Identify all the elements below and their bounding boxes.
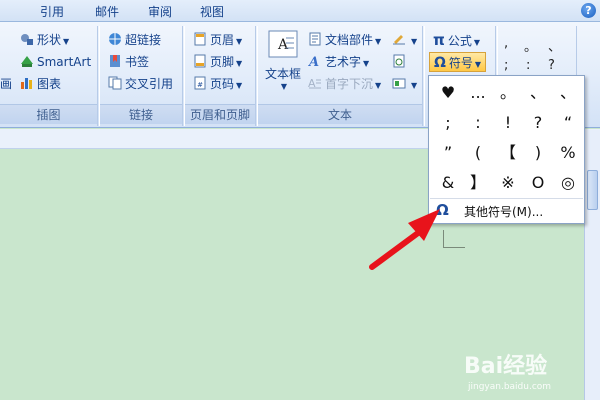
symbol-cell[interactable]: ”: [433, 138, 463, 168]
symbol-cell[interactable]: 、: [553, 78, 583, 108]
symbol-cell[interactable]: 、: [523, 78, 553, 108]
equation-button[interactable]: π 公式 ▼: [433, 30, 480, 50]
footer-button[interactable]: 页脚 ▼: [193, 52, 242, 72]
svg-text:A: A: [308, 55, 319, 68]
pi-icon: π: [433, 31, 445, 49]
red-pointer-arrow-icon: [369, 209, 440, 270]
group-links: 超链接 书签 交叉引用 链接: [99, 26, 183, 126]
globe-link-icon: [109, 33, 121, 45]
page-number-button[interactable]: # 页码 ▼: [193, 74, 242, 94]
symbol-cell[interactable]: ♥: [433, 78, 463, 108]
group-illustrations: 画 形状 ▼ SmartArt 图表 插图: [0, 26, 98, 126]
symbol-cell[interactable]: 】: [463, 168, 493, 198]
shapes-icon: [21, 34, 33, 45]
symbol-button[interactable]: Ω 符号 ▼: [429, 52, 487, 72]
tab-view[interactable]: 视图: [200, 3, 224, 20]
gallery-symbol[interactable]: ?: [548, 58, 555, 73]
symbol-cell[interactable]: !: [493, 108, 523, 138]
quick-parts-button[interactable]: 文档部件 ▼: [308, 30, 381, 50]
symbol-cell[interactable]: 。: [493, 78, 523, 108]
picture-stub[interactable]: 画: [0, 74, 12, 94]
gallery-symbol[interactable]: :: [526, 58, 530, 73]
object-button[interactable]: ▼: [392, 74, 417, 94]
watermark-brand: Bai经验: [464, 354, 548, 379]
symbol-cell[interactable]: “: [553, 108, 583, 138]
baidu-watermark: Bai经验 jingyan.baidu.com: [464, 348, 584, 394]
object-icon: [392, 78, 406, 89]
drop-cap-icon: A: [308, 77, 321, 90]
symbol-cell[interactable]: :: [463, 108, 493, 138]
smartart-icon: [21, 56, 33, 67]
shapes-button[interactable]: 形状 ▼: [20, 30, 69, 50]
cross-reference-button[interactable]: 交叉引用: [108, 74, 173, 94]
svg-text:#: #: [197, 81, 203, 89]
symbol-cell[interactable]: ?: [523, 108, 553, 138]
smartart-button[interactable]: SmartArt: [20, 52, 91, 72]
page-number-icon: #: [194, 76, 206, 90]
bookmark-icon: [110, 55, 120, 67]
group-label-illustrations: 插图: [0, 104, 97, 124]
signature-line-button[interactable]: ▼: [392, 30, 417, 50]
symbol-cell[interactable]: ◎: [553, 168, 583, 198]
tab-home-partial[interactable]: [0, 3, 4, 17]
omega-icon: Ω: [434, 55, 446, 71]
cross-reference-icon: [108, 76, 122, 90]
watermark-url: jingyan.baidu.com: [468, 382, 552, 392]
vertical-scrollbar[interactable]: [584, 130, 600, 400]
help-icon[interactable]: ?: [581, 3, 596, 18]
chart-icon: [21, 78, 32, 89]
group-text: A 文本框 ▼ 文档部件 ▼ A 艺术字 ▼ A 首字下沉 ▼ ▼ ▼ 文本: [257, 26, 423, 126]
symbol-cell[interactable]: ;: [433, 108, 463, 138]
wordart-button[interactable]: A 艺术字 ▼: [308, 52, 369, 72]
symbol-cell[interactable]: 【: [493, 138, 523, 168]
group-label-text: 文本: [258, 104, 422, 124]
date-time-button[interactable]: [392, 52, 409, 72]
bookmark-button[interactable]: 书签: [108, 52, 149, 72]
group-label-links: 链接: [100, 104, 182, 124]
footer-icon: [194, 54, 206, 68]
gallery-symbol[interactable]: 、: [548, 36, 561, 55]
scrollbar-thumb[interactable]: [587, 170, 598, 210]
symbol-cell[interactable]: ...: [463, 78, 493, 108]
tab-review[interactable]: 审阅: [148, 3, 172, 20]
textbox-icon: A: [268, 30, 298, 58]
chart-button[interactable]: 图表: [20, 74, 61, 94]
textbox-button[interactable]: A 文本框 ▼: [264, 30, 302, 100]
hyperlink-button[interactable]: 超链接: [108, 30, 161, 50]
ribbon-tab-bar: 引用 邮件 审阅 视图 ?: [0, 0, 600, 22]
symbol-cell[interactable]: ※: [493, 168, 523, 198]
gallery-symbol[interactable]: 。: [524, 36, 537, 55]
signature-line-icon: [393, 35, 405, 45]
symbol-cell[interactable]: %: [553, 138, 583, 168]
date-time-icon: [393, 54, 405, 68]
drop-cap-button[interactable]: A 首字下沉 ▼: [308, 74, 381, 94]
symbol-cell[interactable]: (: [463, 138, 493, 168]
tab-references[interactable]: 引用: [40, 3, 64, 20]
header-button[interactable]: 页眉 ▼: [193, 30, 242, 50]
tab-mailings[interactable]: 邮件: [95, 3, 119, 20]
quick-parts-icon: [309, 32, 321, 46]
gallery-symbol[interactable]: ;: [504, 58, 508, 73]
symbol-cell[interactable]: &: [433, 168, 463, 198]
symbol-cell[interactable]: O: [523, 168, 553, 198]
symbol-cell[interactable]: ): [523, 138, 553, 168]
group-label-header-footer: 页眉和页脚: [185, 104, 255, 124]
wordart-icon: A: [308, 55, 319, 68]
gallery-symbol[interactable]: ,: [504, 36, 508, 51]
more-symbols-label: 其他符号(M)...: [464, 205, 544, 219]
group-header-footer: 页眉 ▼ 页脚 ▼ # 页码 ▼ 页眉和页脚: [184, 26, 256, 126]
header-icon: [194, 32, 206, 46]
svg-text:A: A: [277, 37, 289, 53]
